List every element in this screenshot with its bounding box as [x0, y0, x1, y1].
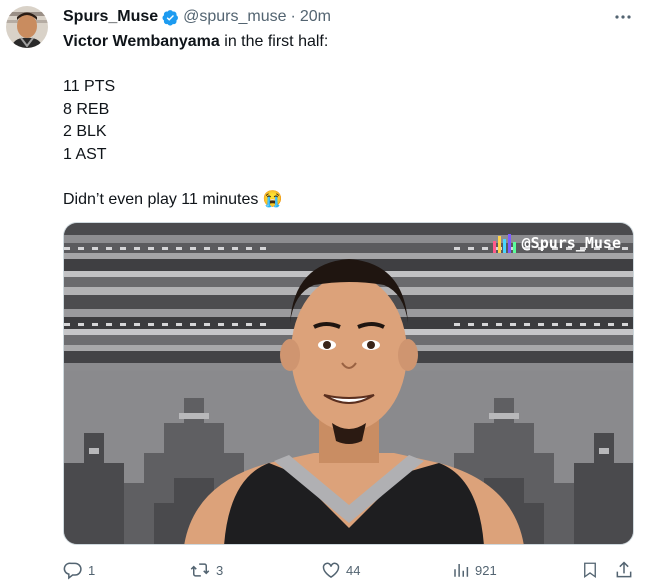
like-icon: [322, 562, 340, 578]
retweet-icon: [190, 563, 210, 577]
like-button[interactable]: 44: [321, 558, 360, 582]
views-count: 921: [475, 562, 497, 578]
tweet-header: Spurs_Muse @spurs_muse · 20m: [63, 6, 629, 28]
more-icon[interactable]: [613, 8, 633, 26]
separator-dot: ·: [290, 8, 296, 25]
views-button[interactable]: 921: [452, 558, 497, 582]
views-icon: [454, 564, 469, 577]
display-name[interactable]: Spurs_Muse: [63, 8, 158, 26]
reply-icon: [63, 562, 82, 580]
retweet-count: 3: [216, 562, 224, 578]
headline-rest: in the first half:: [219, 33, 329, 50]
reply-count: 1: [88, 562, 96, 578]
bookmark-icon: [584, 562, 596, 579]
avatar[interactable]: [6, 6, 48, 48]
stat-line: 11 PTS: [63, 78, 116, 95]
action-bar: 1 3 44 921: [63, 558, 635, 582]
user-handle[interactable]: @spurs_muse: [183, 8, 286, 26]
tweet-media[interactable]: @Spurs_Muse: [63, 222, 634, 545]
closing-text: Didn’t even play 11 minutes: [63, 190, 259, 208]
crying-emoji: 😭: [262, 190, 283, 208]
watermark-text: @Spurs_Muse: [521, 234, 621, 252]
tweet-text: Victor Wembanyama in the first half: 11 …: [63, 31, 623, 211]
media-watermark: @Spurs_Muse: [492, 233, 621, 253]
like-count: 44: [346, 562, 361, 578]
retweet-button[interactable]: 3: [189, 558, 223, 582]
closing-line: Didn’t even play 11 minutes 😭: [63, 189, 623, 212]
verified-badge-icon: [162, 9, 179, 26]
player-illustration: [64, 223, 633, 544]
tweet-headline: Victor Wembanyama in the first half:: [63, 31, 623, 54]
stat-line: 2 BLK: [63, 123, 107, 140]
player-name: Victor Wembanyama: [63, 33, 220, 50]
bookmark-button[interactable]: [581, 558, 599, 582]
stat-line: 1 AST: [63, 145, 107, 163]
timestamp[interactable]: 20m: [300, 8, 331, 26]
share-button[interactable]: [614, 558, 634, 582]
watermark-bars-icon: [492, 234, 516, 253]
stat-line: 8 REB: [63, 100, 110, 118]
reply-button[interactable]: 1: [63, 558, 95, 582]
avatar-image: [6, 6, 48, 48]
share-icon: [616, 561, 632, 578]
